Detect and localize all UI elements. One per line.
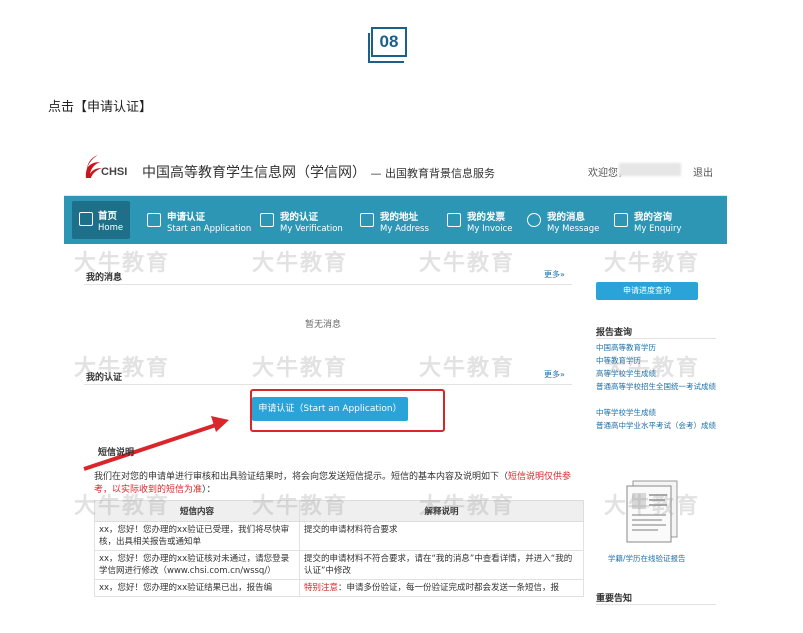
- main-nav: 首页 Home 申请认证 Start an Application 我的认证 M…: [64, 196, 727, 244]
- table-row: xx，您好！您办理的xx验证核对未通过，请您登录学信网进行修改（www.chsi…: [94, 550, 584, 580]
- sidebar: 申请进度查询 报告查询 中国高等教育学历 中等教育学历 高等学校学生成绩 普通高…: [586, 244, 727, 615]
- verification-icon: [260, 213, 274, 227]
- step-number-badge: 08: [368, 27, 407, 63]
- watermark: 大牛教育: [252, 356, 349, 381]
- messages-more-link[interactable]: 更多»: [544, 269, 565, 280]
- watermark: 大牛教育: [74, 356, 171, 381]
- nav-home-cn: 首页: [98, 211, 118, 222]
- progress-query-button[interactable]: 申请进度查询: [596, 282, 698, 300]
- nav-apply-cn: 申请认证: [167, 212, 206, 223]
- table-cell: 提交的申请材料不符合要求，请在“我的消息”中查看详情，并进入“我的认证”中修改: [299, 550, 584, 580]
- nav-enquiry-en: My Enquiry: [634, 224, 682, 234]
- table-row: xx，您好！您办理的xx验证结果已出，报告编 特别注意：申请多份验证，每一份验证…: [94, 579, 584, 597]
- nav-verification-en: My Verification: [280, 224, 343, 234]
- watermark: 大牛教育: [604, 251, 701, 276]
- table-cell: xx，您好！您办理的xx验证已受理，我们将尽快审核，出具相关报告或通知单: [94, 521, 300, 551]
- table-cell: xx，您好！您办理的xx验证核对未通过，请您登录学信网进行修改（www.chsi…: [94, 550, 300, 580]
- instruction-text: 点击【申请认证】: [48, 100, 153, 115]
- message-icon: [527, 213, 541, 227]
- sms-title: 短信说明: [98, 448, 135, 458]
- watermark: 大牛教育: [419, 251, 516, 276]
- verification-more-link[interactable]: 更多»: [544, 369, 565, 380]
- site-title-text: 中国高等教育学生信息网（学信网）: [142, 165, 366, 181]
- table-row: xx，您好！您办理的xx验证已受理，我们将尽快审核，出具相关报告或通知单 提交的…: [94, 521, 584, 551]
- nav-home-en: Home: [98, 223, 124, 233]
- report-link[interactable]: 中等学校学生成绩: [596, 408, 716, 418]
- step-number: 08: [379, 32, 399, 51]
- table-cell: 提交的申请材料符合要求: [299, 521, 584, 551]
- location-icon: [360, 213, 374, 227]
- nav-invoice-en: My Invoice: [467, 224, 513, 234]
- watermark: 大牛教育: [419, 356, 516, 381]
- table-cell: xx，您好！您办理的xx验证结果已出，报告编: [94, 579, 300, 597]
- nav-home[interactable]: 首页 Home: [72, 201, 130, 239]
- blurred-username: [619, 163, 681, 176]
- divider: [596, 338, 716, 339]
- nav-address-cn: 我的地址: [380, 212, 419, 223]
- logout-link[interactable]: 退出: [693, 164, 713, 179]
- notice-title: 重要告知: [596, 594, 633, 604]
- home-icon: [79, 212, 93, 226]
- question-icon: [614, 213, 628, 227]
- report-link[interactable]: 普通高等学校招生全国统一考试成绩: [596, 382, 716, 392]
- watermark: 大牛教育: [74, 251, 171, 276]
- certificate-caption-link[interactable]: 学籍/学历在线验证报告: [608, 554, 727, 564]
- sms-desc-text: 我们在对您的申请单进行审核和出具验证结果时，将会向您发送短信提示。短信的基本内容…: [94, 472, 509, 482]
- report-query-title: 报告查询: [596, 328, 633, 338]
- watermark: 大牛教育: [252, 251, 349, 276]
- nav-message-en: My Message: [547, 224, 600, 234]
- watermark: 大牛教育: [74, 494, 171, 519]
- invoice-icon: [447, 213, 461, 227]
- table-cell: 特别注意：申请多份验证，每一份验证完成时都会发送一条短信，报: [299, 579, 584, 597]
- report-link[interactable]: 普通高中学业水平考试（会考）成绩: [596, 421, 716, 431]
- watermark: 大牛教育: [252, 494, 349, 519]
- checkbox-icon: [147, 213, 161, 227]
- watermark: 大牛教育: [419, 494, 516, 519]
- no-messages-text: 暂无消息: [305, 320, 342, 330]
- nav-message-cn: 我的消息: [547, 212, 586, 223]
- watermark: 大牛教育: [604, 494, 701, 519]
- nav-apply-en: Start an Application: [167, 224, 252, 234]
- main-content: 我的消息 更多» 暂无消息 我的认证 更多» 申请认证（Start an App…: [79, 244, 584, 615]
- site-title: 中国高等教育学生信息网（学信网） — 出国教育背景信息服务: [142, 162, 495, 182]
- divider: [596, 604, 716, 605]
- nav-verification-cn: 我的认证: [280, 212, 319, 223]
- nav-address-en: My Address: [380, 224, 429, 234]
- logo-text: CHSI: [101, 166, 128, 178]
- watermark: 大牛教育: [604, 356, 701, 381]
- nav-invoice-cn: 我的发票: [467, 212, 506, 223]
- nav-enquiry-cn: 我的咨询: [634, 212, 673, 223]
- site-header: CHSI 中国高等教育学生信息网（学信网） — 出国教育背景信息服务 欢迎您， …: [64, 145, 727, 196]
- site-subtitle: — 出国教育背景信息服务: [370, 167, 495, 180]
- sms-desc-end: ）：: [202, 485, 216, 495]
- website-screenshot: CHSI 中国高等教育学生信息网（学信网） — 出国教育背景信息服务 欢迎您， …: [64, 145, 727, 615]
